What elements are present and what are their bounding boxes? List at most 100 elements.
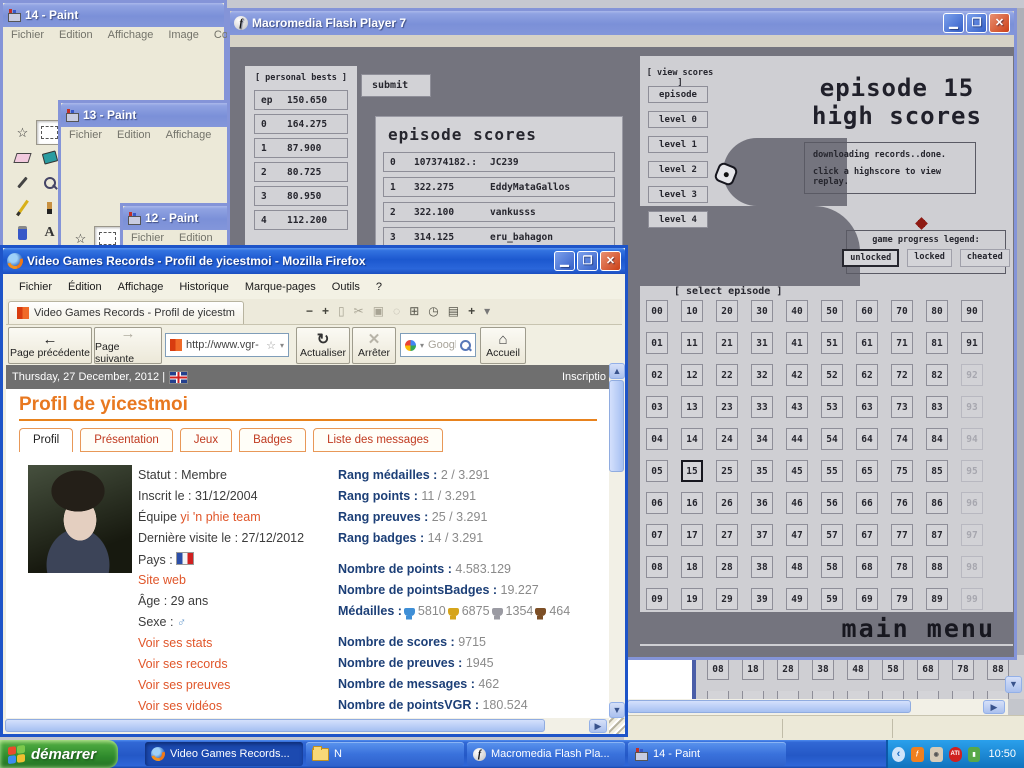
behind-scroll-right-button[interactable]: ▶ <box>983 700 1005 714</box>
episode-cell[interactable]: 62 <box>856 364 878 386</box>
episode-cell[interactable]: 34 <box>751 428 773 450</box>
episode-cell[interactable]: 28 <box>716 556 738 578</box>
episode-cell[interactable]: 31 <box>751 332 773 354</box>
eraser-tool[interactable] <box>9 145 36 170</box>
episode-cell[interactable]: 81 <box>926 332 948 354</box>
search-engine-dropdown-icon[interactable]: ▾ <box>420 341 424 350</box>
episode-cell[interactable]: 68 <box>856 556 878 578</box>
personal-best-row[interactable]: 3 80.950 <box>254 186 348 206</box>
episode-cell[interactable]: 61 <box>856 332 878 354</box>
tray-mouse-icon[interactable]: ◉ <box>930 747 943 762</box>
view-scores-button[interactable]: level 0 <box>648 111 708 128</box>
paint14-menu-item[interactable]: Affichage <box>108 29 154 41</box>
profile-link[interactable]: Voir ses vidéos <box>138 699 222 713</box>
episode-cell[interactable]: 65 <box>856 460 878 482</box>
episode-cell[interactable]: 23 <box>716 396 738 418</box>
firefox-menu-item[interactable]: Marque-pages <box>237 279 324 295</box>
paint14-menu-item[interactable]: Edition <box>59 29 93 41</box>
personal-best-row[interactable]: 1 87.900 <box>254 138 348 158</box>
view-scores-button[interactable]: level 1 <box>648 136 708 153</box>
episode-cell[interactable]: 90 <box>961 300 983 322</box>
website-link[interactable]: Site web <box>138 573 186 587</box>
episode-cell[interactable]: 02 <box>646 364 668 386</box>
episode-cell[interactable]: 19 <box>681 588 703 610</box>
profile-link[interactable]: Voir ses preuves <box>138 678 230 692</box>
episode-cell[interactable]: 96 <box>961 492 983 514</box>
profile-link[interactable]: Voir ses stats <box>138 636 212 650</box>
episode-cell[interactable]: 66 <box>856 492 878 514</box>
episode-score-row[interactable]: 0 107374182.: JC239 <box>383 152 615 172</box>
firefox-menu-item[interactable]: Affichage <box>110 279 172 295</box>
episode-cell-behind[interactable]: 28 <box>777 658 799 680</box>
episode-cell[interactable]: 86 <box>926 492 948 514</box>
episode-cell[interactable]: 79 <box>891 588 913 610</box>
episode-cell[interactable]: 92 <box>961 364 983 386</box>
firefox-menu-item[interactable]: Outils <box>324 279 368 295</box>
url-bar[interactable]: http://www.vgr- ☆ ▾ <box>165 333 289 357</box>
vscroll-thumb[interactable] <box>609 380 624 472</box>
profile-tab[interactable]: Présentation <box>80 428 173 452</box>
episode-cell[interactable]: 56 <box>821 492 843 514</box>
legend-button[interactable]: cheated <box>960 249 1010 267</box>
episode-cell[interactable]: 89 <box>926 588 948 610</box>
episode-cell-behind[interactable]: 78 <box>952 658 974 680</box>
episode-cell[interactable]: 00 <box>646 300 668 322</box>
episode-cell[interactable]: 87 <box>926 524 948 546</box>
episode-cell[interactable]: 10 <box>681 300 703 322</box>
toolbar-mini-icon[interactable]: ▾ <box>484 304 490 318</box>
episode-cell[interactable]: 27 <box>716 524 738 546</box>
episode-cell[interactable]: 09 <box>646 588 668 610</box>
episode-cell[interactable]: 20 <box>716 300 738 322</box>
paint13-menu-item[interactable]: Fichier <box>69 129 102 141</box>
episode-cell[interactable]: 07 <box>646 524 668 546</box>
episode-cell[interactable]: 04 <box>646 428 668 450</box>
episode-cell[interactable]: 93 <box>961 396 983 418</box>
episode-cell[interactable]: 36 <box>751 492 773 514</box>
maximize-button[interactable]: ❒ <box>577 251 598 271</box>
episode-cell-behind[interactable]: 08 <box>707 658 729 680</box>
episode-cell[interactable]: 42 <box>786 364 808 386</box>
episode-cell[interactable]: 57 <box>821 524 843 546</box>
episode-cell[interactable]: 50 <box>821 300 843 322</box>
episode-cell[interactable]: 77 <box>891 524 913 546</box>
episode-cell[interactable]: 94 <box>961 428 983 450</box>
minimize-button[interactable]: ▁ <box>554 251 575 271</box>
clock[interactable]: 10:50 <box>988 748 1016 760</box>
episode-cell[interactable]: 40 <box>786 300 808 322</box>
episode-cell[interactable]: 67 <box>856 524 878 546</box>
toolbar-mini-icon[interactable]: ▣ <box>373 304 384 318</box>
episode-cell[interactable]: 46 <box>786 492 808 514</box>
episode-cell[interactable]: 53 <box>821 396 843 418</box>
episode-cell[interactable]: 22 <box>716 364 738 386</box>
episode-cell[interactable]: 91 <box>961 332 983 354</box>
episode-cell[interactable]: 98 <box>961 556 983 578</box>
paint12-menu-item[interactable]: Edition <box>179 232 213 244</box>
freeform-select-tool[interactable]: ☆ <box>9 120 36 145</box>
episode-cell[interactable]: 43 <box>786 396 808 418</box>
episode-cell[interactable]: 64 <box>856 428 878 450</box>
episode-cell[interactable]: 72 <box>891 364 913 386</box>
firefox-titlebar[interactable]: Video Games Records - Profil de yicestmo… <box>3 248 625 274</box>
episode-cell[interactable]: 16 <box>681 492 703 514</box>
taskbar-item-paint[interactable]: 14 - Paint <box>628 742 786 766</box>
episode-cell[interactable]: 71 <box>891 332 913 354</box>
episode-cell[interactable]: 48 <box>786 556 808 578</box>
episode-cell[interactable]: 63 <box>856 396 878 418</box>
url-dropdown-icon[interactable]: ▾ <box>280 341 284 350</box>
episode-cell[interactable]: 26 <box>716 492 738 514</box>
personal-best-row[interactable]: 0 164.275 <box>254 114 348 134</box>
episode-cell[interactable]: 70 <box>891 300 913 322</box>
scroll-down-button[interactable]: ▼ <box>609 702 625 718</box>
maximize-button[interactable]: ❒ <box>966 13 987 33</box>
episode-score-row[interactable]: 3 314.125 eru_bahagon <box>383 227 615 247</box>
episode-cell-behind[interactable]: 18 <box>742 658 764 680</box>
toolbar-mini-icon[interactable]: ◷ <box>428 304 438 318</box>
hscroll-thumb[interactable] <box>5 719 545 732</box>
behind-scroll-down-button[interactable]: ▼ <box>1005 676 1022 693</box>
paint14-titlebar[interactable]: 14 - Paint <box>3 3 224 27</box>
view-scores-button[interactable]: episode <box>648 86 708 103</box>
paint13-menu-item[interactable]: Edition <box>117 129 151 141</box>
episode-cell[interactable]: 73 <box>891 396 913 418</box>
toolbar-mini-icon[interactable]: + <box>322 304 329 318</box>
stop-button[interactable]: ✕ Arrêter <box>352 327 396 364</box>
